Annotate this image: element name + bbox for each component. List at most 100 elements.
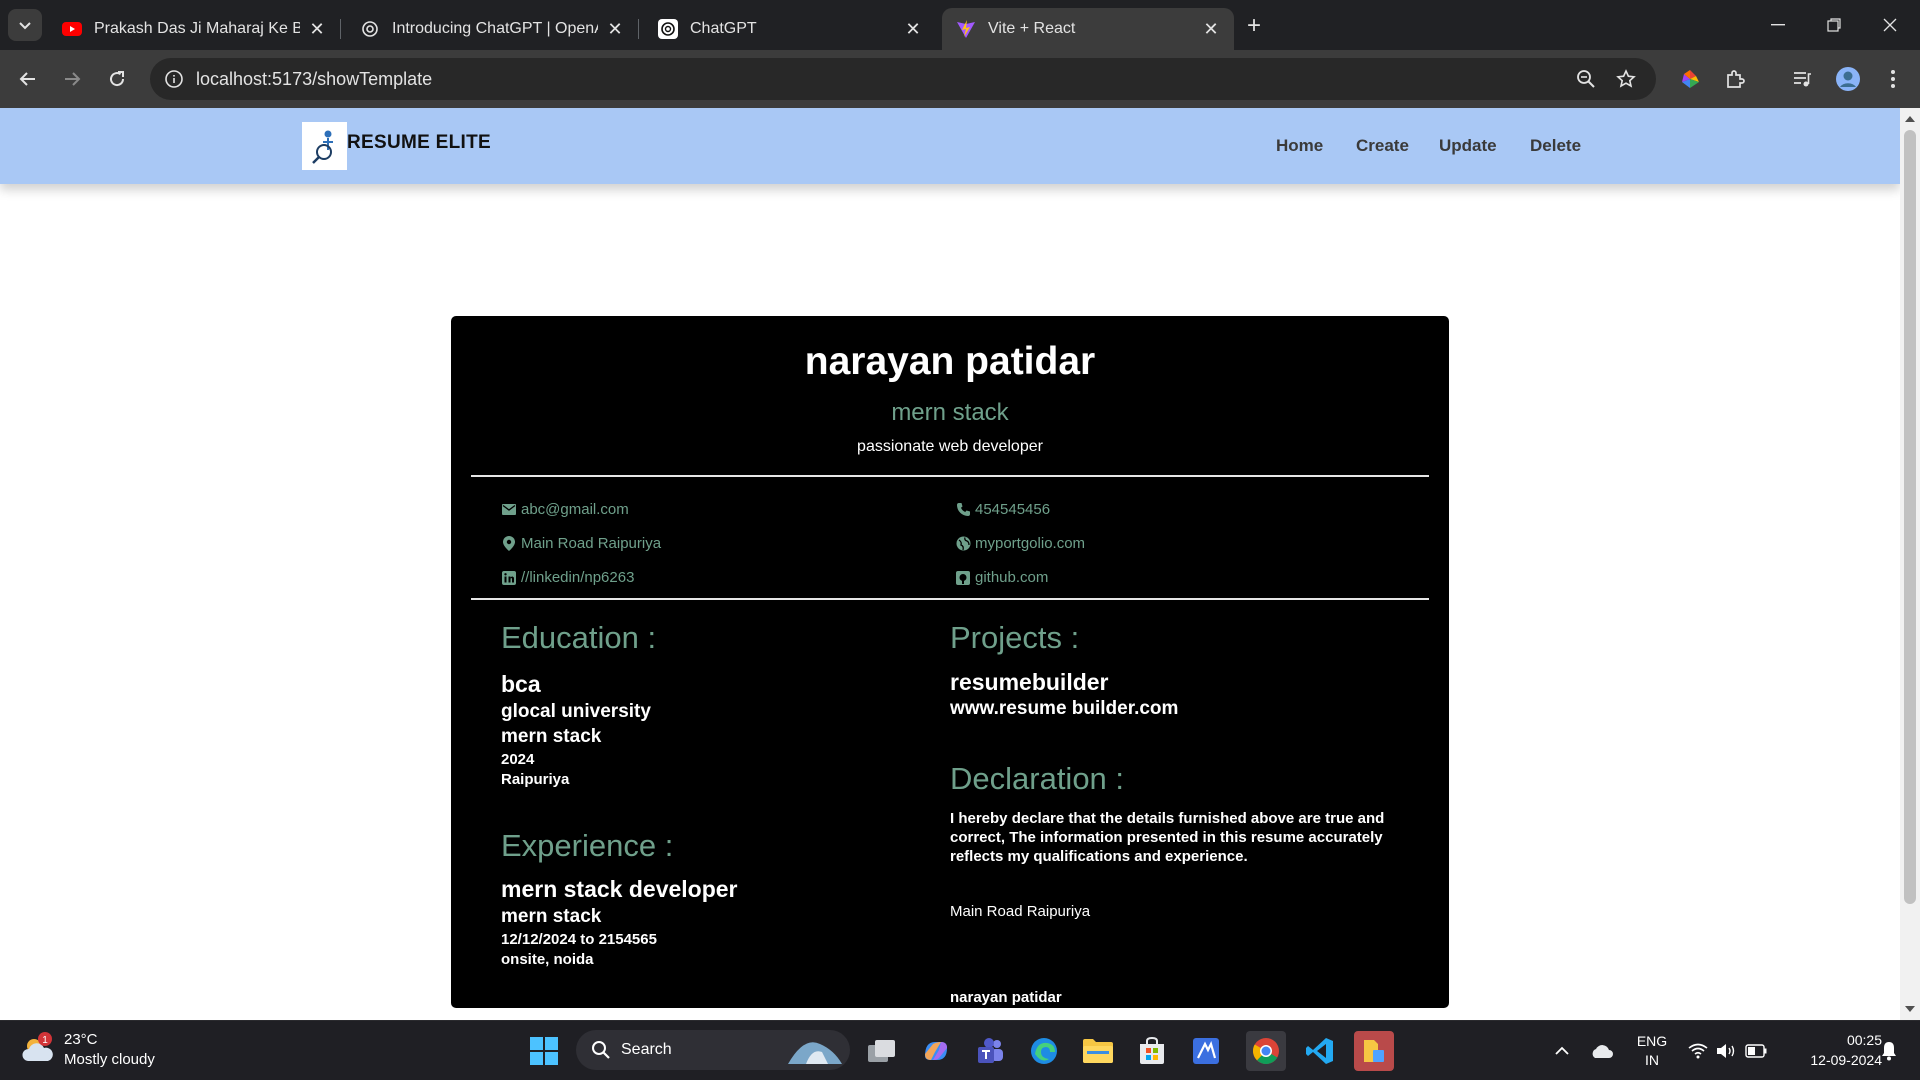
chrome-button[interactable] (1246, 1031, 1286, 1071)
page-scrollbar[interactable] (1900, 108, 1920, 1020)
puzzle-icon (1727, 70, 1745, 88)
taskbar-search[interactable]: Search (576, 1030, 850, 1070)
divider (471, 598, 1429, 600)
brand-logo[interactable] (302, 122, 347, 170)
avatar-icon (1836, 67, 1860, 91)
app-button[interactable] (1354, 1031, 1394, 1071)
new-tab-button[interactable]: + (1240, 12, 1268, 40)
nav-delete[interactable]: Delete (1530, 136, 1581, 156)
color-wheel-icon (1682, 70, 1699, 88)
weather-widget[interactable]: 1 (20, 1031, 56, 1067)
search-highlight-icon (788, 1042, 842, 1064)
show-hidden-icons-button[interactable] (1548, 1031, 1576, 1071)
youtube-icon (62, 19, 82, 39)
nav-home[interactable]: Home (1276, 136, 1323, 156)
browser-menu-button[interactable] (1877, 63, 1909, 95)
declaration-signature-address: Main Road Raipuriya (950, 903, 1091, 920)
extensions-button[interactable] (1719, 63, 1751, 95)
color-extension-button[interactable] (1674, 63, 1706, 95)
resume-tagline: passionate web developer (857, 438, 1043, 455)
nav-update[interactable]: Update (1439, 136, 1497, 156)
notifications-button[interactable] (1874, 1031, 1904, 1071)
minimize-icon (1771, 24, 1785, 26)
windows-taskbar: 1 23°C Mostly cloudy Search ENG IN 00:25… (0, 1020, 1920, 1080)
tab-chatgpt[interactable]: ChatGPT ✕ (644, 8, 936, 50)
scroll-up-arrow[interactable] (1905, 116, 1915, 122)
start-button[interactable] (524, 1031, 564, 1071)
restore-button[interactable] (1814, 10, 1854, 40)
folder-icon (1083, 1039, 1113, 1063)
edge-button[interactable] (1024, 1031, 1064, 1071)
contact-address: Main Road Raipuriya (501, 535, 661, 552)
close-tab-icon[interactable]: ✕ (904, 19, 922, 39)
vscode-button[interactable] (1300, 1031, 1340, 1071)
contact-portfolio: myportgolio.com (955, 535, 1085, 552)
email-icon (501, 502, 517, 518)
tab-vite-react[interactable]: Vite + React ✕ (942, 8, 1234, 50)
profile-avatar-button[interactable] (1832, 63, 1864, 95)
weather-description[interactable]: Mostly cloudy (64, 1051, 155, 1068)
battery-status[interactable] (1742, 1031, 1770, 1071)
declaration-signature-name: narayan patidar (950, 989, 1062, 1006)
brand-name[interactable]: RESUME ELITE (347, 132, 491, 154)
vite-icon (956, 19, 976, 39)
chevron-up-icon (1555, 1046, 1569, 1055)
media-control-button[interactable] (1786, 63, 1818, 95)
globe-icon (955, 536, 971, 552)
arrow-right-icon (65, 72, 81, 86)
chatgpt-icon (658, 19, 678, 39)
clock-date[interactable]: 12-09-2024 (1782, 1052, 1882, 1068)
scroll-thumb[interactable] (1904, 130, 1916, 904)
close-icon (1883, 18, 1897, 32)
tab-youtube[interactable]: Prakash Das Ji Maharaj Ke Bhajan ✕ (48, 8, 341, 50)
restore-icon (1827, 18, 1841, 32)
teams-button[interactable] (970, 1031, 1010, 1071)
close-window-button[interactable] (1870, 10, 1910, 40)
tab-title: ChatGPT (690, 20, 757, 37)
minimize-button[interactable] (1758, 10, 1798, 40)
tab-search-button[interactable] (8, 9, 42, 41)
bookmark-star-icon[interactable] (1614, 67, 1638, 91)
reload-button[interactable] (101, 63, 133, 95)
nav-create[interactable]: Create (1356, 136, 1409, 156)
wifi-icon (1688, 1043, 1708, 1059)
edge-icon (1031, 1038, 1057, 1064)
education-field: mern stack (501, 726, 602, 747)
close-tab-icon[interactable]: ✕ (308, 19, 326, 39)
location-pin-icon (501, 536, 517, 552)
folder-note-icon (1364, 1040, 1384, 1062)
divider (471, 475, 1429, 477)
tab-openai[interactable]: Introducing ChatGPT | OpenAI ✕ (346, 8, 639, 50)
address-bar[interactable]: localhost:5173/showTemplate (150, 58, 1656, 100)
url-text[interactable]: localhost:5173/showTemplate (196, 69, 432, 90)
copilot-button[interactable] (916, 1031, 956, 1071)
onedrive-button[interactable] (1586, 1031, 1618, 1071)
contact-email: abc@gmail.com (501, 501, 629, 518)
tab-title: Prakash Das Ji Maharaj Ke Bhajan (94, 20, 300, 37)
store-button[interactable] (1132, 1031, 1172, 1071)
browser-toolbar: localhost:5173/showTemplate (0, 50, 1920, 108)
site-info-icon[interactable] (160, 65, 188, 93)
automate-icon (1193, 1038, 1219, 1064)
speaker-icon (1717, 1044, 1735, 1058)
close-tab-icon[interactable]: ✕ (606, 19, 624, 39)
battery-icon (1745, 1044, 1767, 1058)
wifi-status[interactable] (1686, 1031, 1710, 1071)
experience-location: onsite, noida (501, 951, 594, 968)
scroll-down-arrow[interactable] (1905, 1006, 1915, 1012)
close-tab-icon[interactable]: ✕ (1202, 19, 1220, 39)
region-indicator[interactable]: IN (1632, 1052, 1672, 1068)
powerautomate-button[interactable] (1186, 1031, 1226, 1071)
cloud-icon (1592, 1045, 1613, 1058)
clock-time[interactable]: 00:25 (1782, 1032, 1882, 1048)
language-indicator[interactable]: ENG (1632, 1033, 1672, 1049)
contact-phone: 454545456 (955, 501, 1050, 518)
task-view-button[interactable] (862, 1031, 902, 1071)
volume-status[interactable] (1714, 1031, 1738, 1071)
weather-temperature[interactable]: 23°C (64, 1031, 98, 1048)
zoom-icon[interactable] (1574, 67, 1598, 91)
file-explorer-button[interactable] (1078, 1031, 1118, 1071)
forward-button[interactable] (56, 63, 88, 95)
back-button[interactable] (12, 63, 44, 95)
experience-heading: Experience : (501, 828, 674, 863)
